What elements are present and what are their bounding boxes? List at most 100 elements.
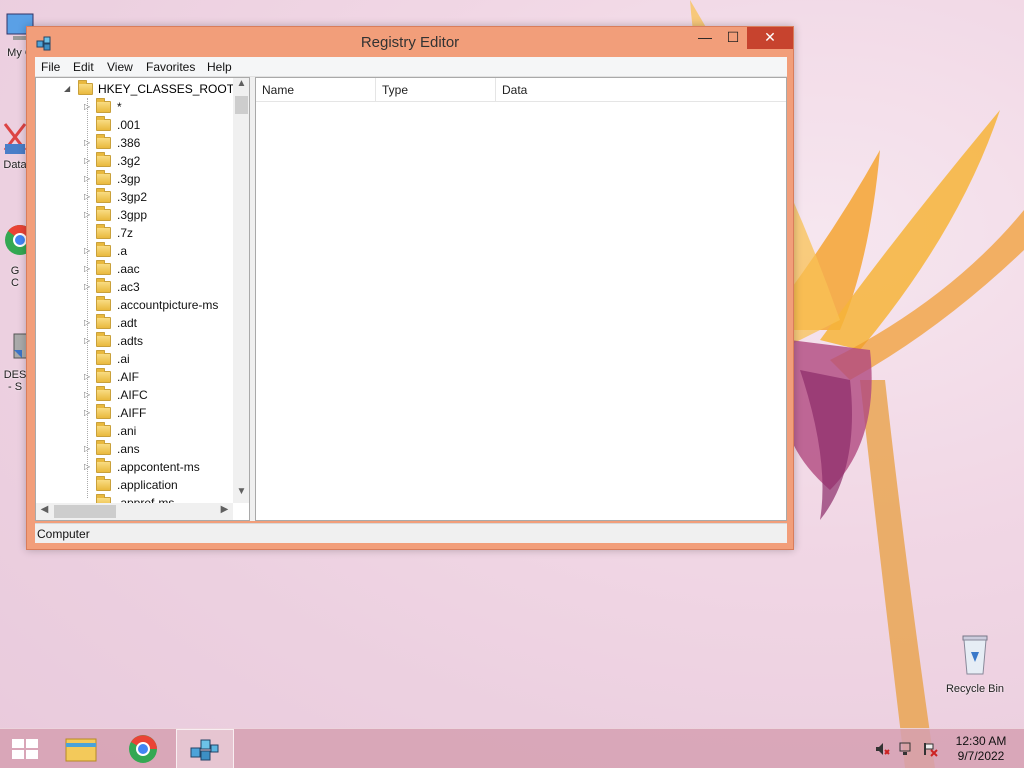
expand-arrow-icon[interactable]: ▷ bbox=[84, 242, 94, 260]
tree-item[interactable]: ▷ .ans bbox=[36, 440, 236, 458]
expand-arrow-icon[interactable]: ▷ bbox=[84, 386, 94, 404]
collapse-icon[interactable]: ◢ bbox=[64, 80, 70, 98]
tree-item-label: .3g2 bbox=[117, 154, 141, 168]
tree-item[interactable]: ▷ * bbox=[36, 98, 236, 116]
folder-icon bbox=[96, 206, 111, 221]
expand-arrow-icon[interactable]: ▷ bbox=[84, 332, 94, 350]
expand-arrow-icon[interactable]: ▷ bbox=[84, 314, 94, 332]
tree-item[interactable]: ▷ .AIFF bbox=[36, 404, 236, 422]
expand-arrow-icon[interactable]: ▷ bbox=[84, 170, 94, 188]
tree-item[interactable]: ▷ .adts bbox=[36, 332, 236, 350]
close-button[interactable]: ✕ bbox=[747, 27, 793, 49]
folder-icon bbox=[96, 422, 111, 437]
tree-item-label: * bbox=[117, 100, 122, 114]
taskbar-file-explorer[interactable] bbox=[54, 729, 110, 768]
folder-icon bbox=[78, 80, 93, 95]
scroll-left-arrow-icon[interactable]: ◀ bbox=[36, 504, 53, 515]
tree-item-label: .3gp2 bbox=[117, 190, 148, 204]
tree-item[interactable]: .001 bbox=[36, 116, 236, 134]
expand-arrow-icon[interactable]: ▷ bbox=[84, 368, 94, 386]
tree-item[interactable]: ▷ .appcontent-ms bbox=[36, 458, 236, 476]
status-bar: Computer bbox=[35, 523, 787, 543]
recycle-bin-icon bbox=[962, 635, 988, 675]
expand-arrow-icon[interactable]: ▷ bbox=[84, 440, 94, 458]
folder-icon bbox=[96, 260, 111, 275]
menu-view[interactable]: View bbox=[107, 60, 133, 74]
taskbar-chrome[interactable] bbox=[116, 729, 172, 768]
menu-edit[interactable]: Edit bbox=[73, 60, 94, 74]
folder-icon bbox=[96, 278, 111, 293]
tree-item[interactable]: ▷ .3gp2 bbox=[36, 188, 236, 206]
tree-item[interactable]: ▷ .3gp bbox=[36, 170, 236, 188]
expand-arrow-icon[interactable]: ▷ bbox=[84, 206, 94, 224]
expand-arrow-icon[interactable]: ▷ bbox=[84, 188, 94, 206]
taskbar-registry-editor[interactable] bbox=[176, 729, 234, 768]
start-button[interactable] bbox=[0, 729, 56, 768]
expand-arrow-icon[interactable]: ▷ bbox=[84, 278, 94, 296]
minimize-button[interactable]: — bbox=[691, 27, 719, 49]
system-clock[interactable]: 12:30 AM 9/7/2022 bbox=[948, 734, 1014, 764]
taskbar: 12:30 AM 9/7/2022 bbox=[0, 728, 1024, 768]
tree-item[interactable]: ▷ .AIFC bbox=[36, 386, 236, 404]
menu-favorites[interactable]: Favorites bbox=[146, 60, 195, 74]
desktop-icon-recycle-bin[interactable]: Recycle Bin bbox=[940, 630, 1010, 695]
vertical-scrollbar[interactable]: ▲ ▼ bbox=[233, 78, 249, 503]
list-header: Name Type Data bbox=[256, 78, 786, 102]
folder-icon bbox=[96, 386, 111, 401]
menu-bar: File Edit View Favorites Help bbox=[35, 57, 787, 77]
menu-file[interactable]: File bbox=[41, 60, 60, 74]
tree-item[interactable]: ▷ .386 bbox=[36, 134, 236, 152]
folder-icon bbox=[96, 224, 111, 239]
start-icon bbox=[12, 739, 38, 759]
tree-item-label: .application bbox=[117, 478, 178, 492]
tree-item-label: .ans bbox=[117, 442, 140, 456]
tree-item[interactable]: ▷ .a bbox=[36, 242, 236, 260]
registry-editor-window[interactable]: Registry Editor — ☐ ✕ File Edit View Fav… bbox=[26, 26, 794, 550]
tree-item-label: .AIF bbox=[117, 370, 140, 384]
tree-item[interactable]: ▷ .aac bbox=[36, 260, 236, 278]
expand-arrow-icon[interactable]: ▷ bbox=[84, 458, 94, 476]
tree-item-label: .ac3 bbox=[117, 280, 140, 294]
tree-item[interactable]: ▷ .ac3 bbox=[36, 278, 236, 296]
tree-item[interactable]: .ai bbox=[36, 350, 236, 368]
action-center-icon[interactable] bbox=[922, 741, 938, 757]
scroll-up-arrow-icon[interactable]: ▲ bbox=[233, 78, 249, 89]
horizontal-scrollbar[interactable]: ◀ ▶ bbox=[36, 503, 233, 520]
maximize-button[interactable]: ☐ bbox=[719, 27, 747, 49]
file-explorer-icon bbox=[65, 738, 97, 762]
tree-item[interactable]: .ani bbox=[36, 422, 236, 440]
folder-icon bbox=[96, 350, 111, 365]
folder-icon bbox=[96, 476, 111, 491]
tree-item-label: .ai bbox=[117, 352, 130, 366]
tree-item-label: .adt bbox=[117, 316, 138, 330]
tree-item[interactable]: ▷ .3g2 bbox=[36, 152, 236, 170]
network-icon[interactable] bbox=[898, 741, 914, 757]
folder-icon bbox=[96, 116, 111, 131]
scroll-right-arrow-icon[interactable]: ▶ bbox=[216, 504, 233, 515]
tree-item[interactable]: .application bbox=[36, 476, 236, 494]
tree-item-label: .aac bbox=[117, 262, 140, 276]
key-tree-pane[interactable]: ◢ HKEY_CLASSES_ROOT ▷ * .001 ▷ .386 ▷ .3g2 ▷ .3g… bbox=[35, 77, 250, 521]
vertical-scroll-thumb[interactable] bbox=[235, 96, 248, 114]
expand-arrow-icon[interactable]: ▷ bbox=[84, 98, 94, 116]
tree-item[interactable]: ▷ .adt bbox=[36, 314, 236, 332]
tree-item[interactable]: .7z bbox=[36, 224, 236, 242]
folder-icon bbox=[96, 332, 111, 347]
tree-item[interactable]: .accountpicture-ms bbox=[36, 296, 236, 314]
scroll-down-arrow-icon[interactable]: ▼ bbox=[233, 486, 249, 497]
tree-item[interactable]: ▷ .AIF bbox=[36, 368, 236, 386]
tree-item-label: .001 bbox=[117, 118, 141, 132]
title-bar[interactable]: Registry Editor — ☐ ✕ bbox=[27, 27, 793, 57]
volume-muted-icon[interactable] bbox=[874, 741, 890, 757]
expand-arrow-icon[interactable]: ▷ bbox=[84, 260, 94, 278]
expand-arrow-icon[interactable]: ▷ bbox=[84, 152, 94, 170]
values-list-pane[interactable]: Name Type Data bbox=[255, 77, 787, 521]
column-header-name[interactable]: Name bbox=[256, 78, 376, 102]
expand-arrow-icon[interactable]: ▷ bbox=[84, 404, 94, 422]
tree-item[interactable]: ▷ .3gpp bbox=[36, 206, 236, 224]
expand-arrow-icon[interactable]: ▷ bbox=[84, 134, 94, 152]
menu-help[interactable]: Help bbox=[207, 60, 232, 74]
column-header-data[interactable]: Data bbox=[496, 78, 786, 102]
horizontal-scroll-thumb[interactable] bbox=[54, 505, 116, 518]
column-header-type[interactable]: Type bbox=[376, 78, 496, 102]
